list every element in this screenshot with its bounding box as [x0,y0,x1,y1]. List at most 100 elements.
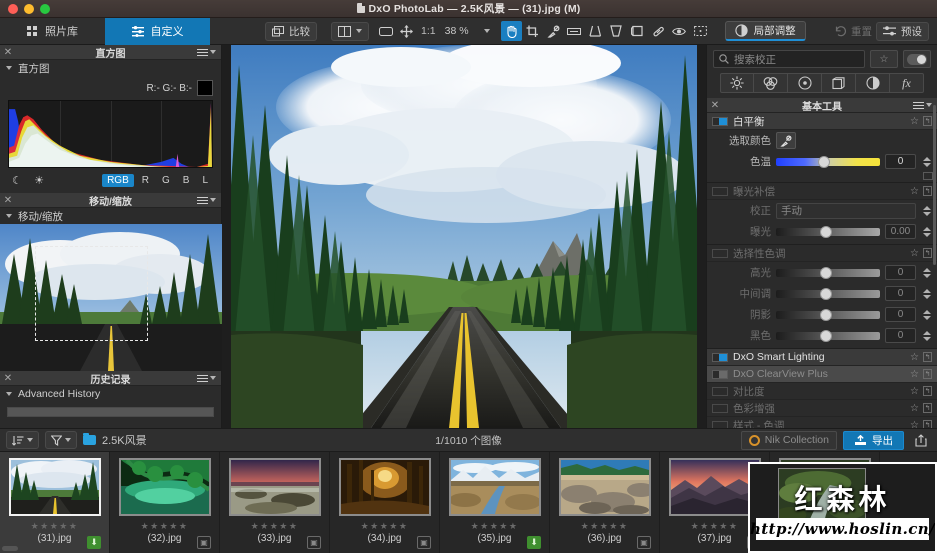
midtones-stepper[interactable] [921,288,932,299]
enable-toggle-icon[interactable] [712,116,728,126]
category-fx[interactable]: fx [890,73,924,93]
preset-button[interactable]: 预设 [876,21,929,41]
perspective-rect-tool[interactable] [627,21,648,41]
star-icon[interactable]: ☆ [910,116,919,127]
filmstrip-item[interactable]: ★★★★★ (35).jpg ⬇ [440,452,550,553]
tool-contrast[interactable]: 对比度 ☆ ↰ [707,383,937,400]
move-zoom-section-toggle[interactable]: 移动/缩放 [0,208,221,224]
channel-rgb[interactable]: RGB [102,174,134,187]
enable-toggle-icon[interactable] [712,352,728,362]
reset-tool-icon[interactable]: ↰ [923,186,932,196]
enable-toggle-icon[interactable] [712,386,728,396]
reset-tool-icon[interactable]: ↰ [923,352,932,362]
channel-g[interactable]: G [157,174,175,187]
navigator-preview[interactable] [0,224,222,371]
green-download-icon[interactable]: ⬇ [527,536,541,549]
slider-knob[interactable] [819,225,832,238]
panel-menu-button[interactable] [197,47,216,58]
panel-menu-button[interactable] [913,100,932,111]
highlights-slider[interactable] [776,266,880,279]
zoom-level-select[interactable]: 38 % [440,25,490,37]
reset-tool-icon[interactable]: ↰ [923,116,932,126]
rating-stars[interactable]: ★★★★★ [31,521,79,532]
filmstrip-item[interactable]: ★★★★★ (32).jpg ▣ [110,452,220,553]
temperature-value[interactable]: 0 [885,154,916,169]
enable-toggle-icon[interactable] [712,186,728,196]
tool-dxo-smart-lighting[interactable]: DxO Smart Lighting ☆ ↰ [707,349,937,366]
image-viewer[interactable] [222,45,706,428]
camera-icon[interactable]: ▣ [417,536,431,549]
rating-stars[interactable]: ★★★★★ [361,521,409,532]
blacks-stepper[interactable] [921,330,932,341]
category-detail[interactable] [788,73,822,93]
tab-customize[interactable]: 自定义 [105,17,210,45]
enable-toggle-icon[interactable] [712,403,728,413]
compare-button[interactable]: 比较 [265,21,317,41]
hand-tool[interactable] [500,21,522,41]
navigator-crop-rect[interactable] [35,246,148,341]
tool-dxo-clearview-plus[interactable]: DxO ClearView Plus ☆ ↰ [707,366,937,383]
camera-icon[interactable]: ▣ [307,536,321,549]
exposure-value[interactable]: 0.00 [885,224,916,239]
nik-collection-button[interactable]: Nik Collection [740,430,837,450]
exposure-stepper[interactable] [921,226,932,237]
category-light[interactable] [720,73,754,93]
shadows-slider[interactable] [776,308,880,321]
red-eye-tool[interactable] [669,21,690,41]
highlights-value[interactable]: 0 [885,265,916,280]
slider-knob[interactable] [819,308,832,321]
star-icon[interactable]: ☆ [910,386,919,397]
slider-knob[interactable] [819,287,832,300]
favorites-filter-button[interactable]: ☆ [870,50,898,68]
filmstrip-item[interactable]: ★★★★★ (33).jpg ▣ [220,452,330,553]
eyedropper-tool[interactable] [543,21,564,41]
marquee-tool[interactable] [690,21,711,41]
category-color[interactable] [754,73,788,93]
view-mode-button[interactable] [331,21,369,41]
midtones-slider[interactable] [776,287,880,300]
rating-stars[interactable]: ★★★★★ [691,521,739,532]
perspective-horizontal-tool[interactable] [606,21,627,41]
share-button[interactable] [910,430,931,450]
correction-select[interactable]: 手动 [776,202,916,219]
rating-stars[interactable]: ★★★★★ [141,521,189,532]
shadows-stepper[interactable] [921,309,932,320]
green-download-icon[interactable]: ⬇ [87,536,101,549]
history-entry[interactable] [7,407,214,417]
rating-stars[interactable]: ★★★★★ [471,521,519,532]
enable-toggle-icon[interactable] [712,248,728,258]
star-icon[interactable]: ☆ [910,248,919,259]
filmstrip-item[interactable]: ★★★★★ (36).jpg ▣ [550,452,660,553]
camera-icon[interactable]: ▣ [197,536,211,549]
reset-tool-icon[interactable]: ↰ [923,248,932,258]
search-input[interactable]: 搜索校正 [713,50,865,68]
eyedropper-button[interactable] [776,132,796,149]
slider-knob[interactable] [819,329,832,342]
reset-tool-icon[interactable]: ↰ [923,369,932,379]
right-panel-scrollbar[interactable] [932,105,937,405]
rating-stars[interactable]: ★★★★★ [581,521,629,532]
tool-white-balance[interactable]: 白平衡 ☆ ↰ [707,113,937,130]
star-icon[interactable]: ☆ [910,352,919,363]
slider-knob[interactable] [817,155,830,168]
blacks-slider[interactable] [776,329,880,342]
enable-toggle-icon[interactable] [712,369,728,379]
pan-button[interactable] [396,21,417,41]
filmstrip-scrollbar[interactable] [2,546,18,551]
filmstrip-item[interactable]: ★★★★★ (31).jpg ⬇ [0,452,110,553]
category-geometry[interactable] [822,73,856,93]
slider-knob[interactable] [819,266,832,279]
camera-icon[interactable]: ▣ [637,536,651,549]
tool-exposure-compensation[interactable]: 曝光补偿 ☆ ↰ [707,183,937,200]
histogram-section-toggle[interactable]: 直方图 [0,60,221,76]
channel-r[interactable]: R [137,174,154,187]
export-button[interactable]: 导出 [843,430,904,450]
horizon-tool[interactable] [564,21,585,41]
filmstrip-item[interactable]: ★★★★★ (34).jpg ▣ [330,452,440,553]
correction-stepper[interactable] [921,205,932,216]
channel-b[interactable]: B [178,174,195,187]
channel-l[interactable]: L [197,174,213,187]
shadows-value[interactable]: 0 [885,307,916,322]
star-icon[interactable]: ☆ [910,186,919,197]
highlights-stepper[interactable] [921,267,932,278]
